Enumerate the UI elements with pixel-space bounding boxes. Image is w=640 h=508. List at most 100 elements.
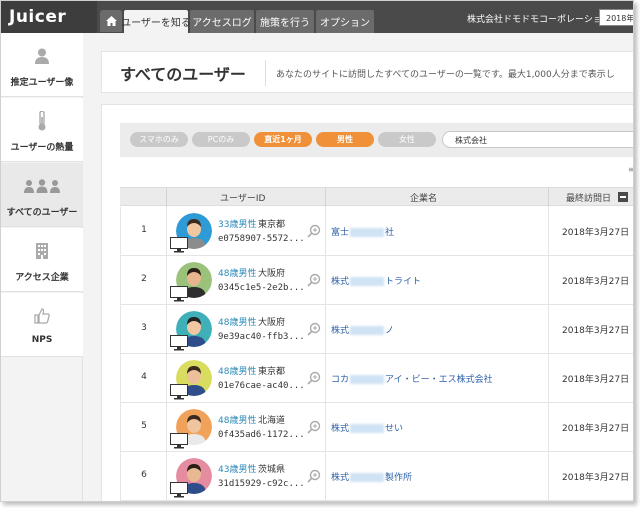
company-name-link[interactable]: 富士 社 (331, 225, 394, 238)
column-header-user-id[interactable]: ユーザーID (220, 191, 265, 204)
user-age-gender[interactable]: 48歳男性 (218, 413, 256, 426)
masked-text (350, 228, 385, 237)
thermometer-icon (38, 111, 46, 131)
table-row[interactable]: 6 43歳男性 茨城県 31d15929-c92c... 株式 製作所 2018年3月27日 (120, 452, 633, 501)
zoom-icon[interactable] (307, 420, 321, 434)
sidebar-item-label: NPS (31, 335, 53, 345)
last-visit-date: 2018年3月27日 (562, 375, 630, 385)
sidebar-item-access-companies[interactable]: アクセス企業 (1, 228, 83, 292)
thumbs-up-icon (34, 308, 50, 324)
sidebar-item-nps[interactable]: NPS (1, 293, 83, 357)
company-name-suffix: 製作所 (385, 473, 413, 483)
row-number: 1 (141, 225, 147, 235)
user-age-gender[interactable]: 43歳男性 (218, 462, 256, 475)
filter-chip-smartphone-only[interactable]: スマホのみ (130, 132, 188, 147)
sidebar-item-label: ユーザーの熱量 (10, 143, 74, 153)
user-id: 01e76cae-ac40... (218, 381, 305, 391)
filter-chip-pc-only[interactable]: PCのみ (192, 132, 250, 147)
table-row[interactable]: 3 48歳男性 大阪府 9e39ac40-ffb3... 株式 ノ 2018年3月27日 (120, 305, 633, 354)
tab-options[interactable]: オプション (316, 10, 374, 33)
masked-text (350, 326, 385, 335)
company-name-suffix: トライト (385, 277, 422, 287)
user-location: 北海道 (258, 416, 286, 426)
zoom-icon[interactable] (307, 322, 321, 336)
sidebar-item-persona[interactable]: 推定ユーザー像 (1, 33, 83, 97)
zoom-icon[interactable] (307, 469, 321, 483)
filter-chip-female[interactable]: 女性 (378, 132, 436, 147)
company-name-link[interactable]: コカ アイ・ビー・エス株式会社 (331, 372, 493, 385)
table-row[interactable]: 2 48歳男性 大阪府 0345c1e5-2e2b... 株式 トライト 2018年3月27… (120, 256, 633, 305)
company-name-prefix: 株式 (331, 326, 350, 336)
page-header: すべてのユーザー あなたのサイトに訪問したすべてのユーザーの一覧です。最大1,0… (101, 51, 633, 93)
user-age-gender[interactable]: 33歳男性 (218, 217, 256, 230)
company-name-link[interactable]: 株式 トライト (331, 274, 421, 287)
tab-measures[interactable]: 施策を行う (256, 10, 314, 33)
table-row[interactable]: 1 33歳男性 東京都 e0758907-5572... 富士 社 2018年3月27日 (120, 207, 633, 256)
building-icon (36, 243, 48, 259)
filter-chip-male[interactable]: 男性 (316, 132, 374, 147)
user-age-gender[interactable]: 48歳男性 (218, 364, 256, 377)
row-number: 6 (141, 470, 147, 480)
company-name-link[interactable]: 株式 せい (331, 421, 403, 434)
company-name-suffix: ノ (385, 326, 395, 336)
tab-know-users[interactable]: ユーザーを知る (121, 10, 191, 33)
pc-icon (170, 482, 188, 498)
company-name-link[interactable]: 株式 製作所 (331, 470, 412, 483)
table-body: 1 33歳男性東京都 e0758907-5572... 富士 社 2018年3月27日 2 4… (120, 207, 633, 501)
account-company-name: 株式会社ドモドモコーポレーション (467, 15, 611, 25)
pc-icon (170, 384, 188, 400)
home-icon (105, 16, 117, 26)
sidebar-item-heat[interactable]: ユーザーの熱量 (1, 98, 83, 162)
zoom-icon[interactable] (307, 273, 321, 287)
last-visit-date: 2018年3月27日 (562, 326, 630, 336)
app-window: Juicer ユーザーを知る アクセスログ 施策を行う オプション 株式会社ドモ… (0, 0, 634, 502)
user-id: 9e39ac40-ffb3... (218, 332, 305, 342)
date-selector[interactable]: 2018年 (599, 9, 633, 26)
masked-text (350, 424, 385, 433)
user-age-gender[interactable]: 48歳男性 (218, 266, 256, 279)
pc-icon (170, 335, 188, 351)
pc-icon (170, 237, 188, 253)
column-header-last-visit[interactable]: 最終訪問日 (566, 191, 611, 204)
tab-access-log[interactable]: アクセスログ (190, 10, 254, 33)
company-name-link[interactable]: 株式 ノ (331, 323, 394, 336)
app-logo[interactable]: Juicer (9, 7, 66, 27)
masked-text (350, 277, 385, 286)
user-id: 31d15929-c92c... (218, 479, 305, 489)
filter-chip-last-month[interactable]: 直近1ヶ月 (254, 132, 312, 147)
filter-bar: スマホのみ PCのみ 直近1ヶ月 男性 女性 (120, 123, 633, 157)
table-row[interactable]: 5 48歳男性 北海道 0f435ad6-1172... 株式 せい 2018年3月27日 (120, 403, 633, 452)
user-location: 大阪府 (258, 318, 286, 328)
zoom-icon[interactable] (307, 224, 321, 238)
sidebar-item-label: すべてのユーザー (6, 208, 78, 218)
main-content: スマホのみ PCのみ 直近1ヶ月 男性 女性 ユーザーID 企業名 最終訪問日 … (101, 104, 633, 501)
top-bar: Juicer ユーザーを知る アクセスログ 施策を行う オプション 株式会社ドモ… (1, 1, 633, 33)
last-visit-date: 2018年3月27日 (562, 473, 630, 483)
pc-icon (170, 286, 188, 302)
company-name-suffix: せい (385, 424, 404, 434)
user-location: 東京都 (258, 367, 286, 377)
row-number: 2 (141, 274, 147, 284)
last-visit-date: 2018年3月27日 (562, 277, 630, 287)
company-filter-input[interactable] (442, 131, 633, 148)
sort-icon[interactable] (618, 192, 628, 202)
masked-text (350, 375, 385, 384)
pc-icon (170, 433, 188, 449)
company-name-suffix: アイ・ビー・エス株式会社 (385, 375, 493, 385)
company-name-prefix: 富士 (331, 228, 350, 238)
company-name-prefix: 株式 (331, 424, 350, 434)
person-icon (35, 48, 49, 64)
scroll-indicator: ≡ (628, 165, 633, 174)
zoom-icon[interactable] (307, 371, 321, 385)
sidebar-item-label: 推定ユーザー像 (10, 78, 74, 88)
home-button[interactable] (100, 10, 122, 32)
page-description: あなたのサイトに訪問したすべてのユーザーの一覧です。最大1,000人分まで表示し (276, 70, 615, 80)
table-row[interactable]: 4 48歳男性 東京都 01e76cae-ac40... コカ アイ・ビー・エス株式会社 2… (120, 354, 633, 403)
sidebar: 推定ユーザー像 ユーザーの熱量 すべてのユーザー アクセス企業 NPS (1, 33, 83, 501)
masked-text (350, 473, 385, 482)
user-id: e0758907-5572... (218, 234, 305, 244)
sidebar-item-all-users[interactable]: すべてのユーザー (1, 163, 83, 227)
user-location: 大阪府 (258, 269, 286, 279)
column-header-company[interactable]: 企業名 (410, 191, 437, 204)
user-age-gender[interactable]: 48歳男性 (218, 315, 256, 328)
